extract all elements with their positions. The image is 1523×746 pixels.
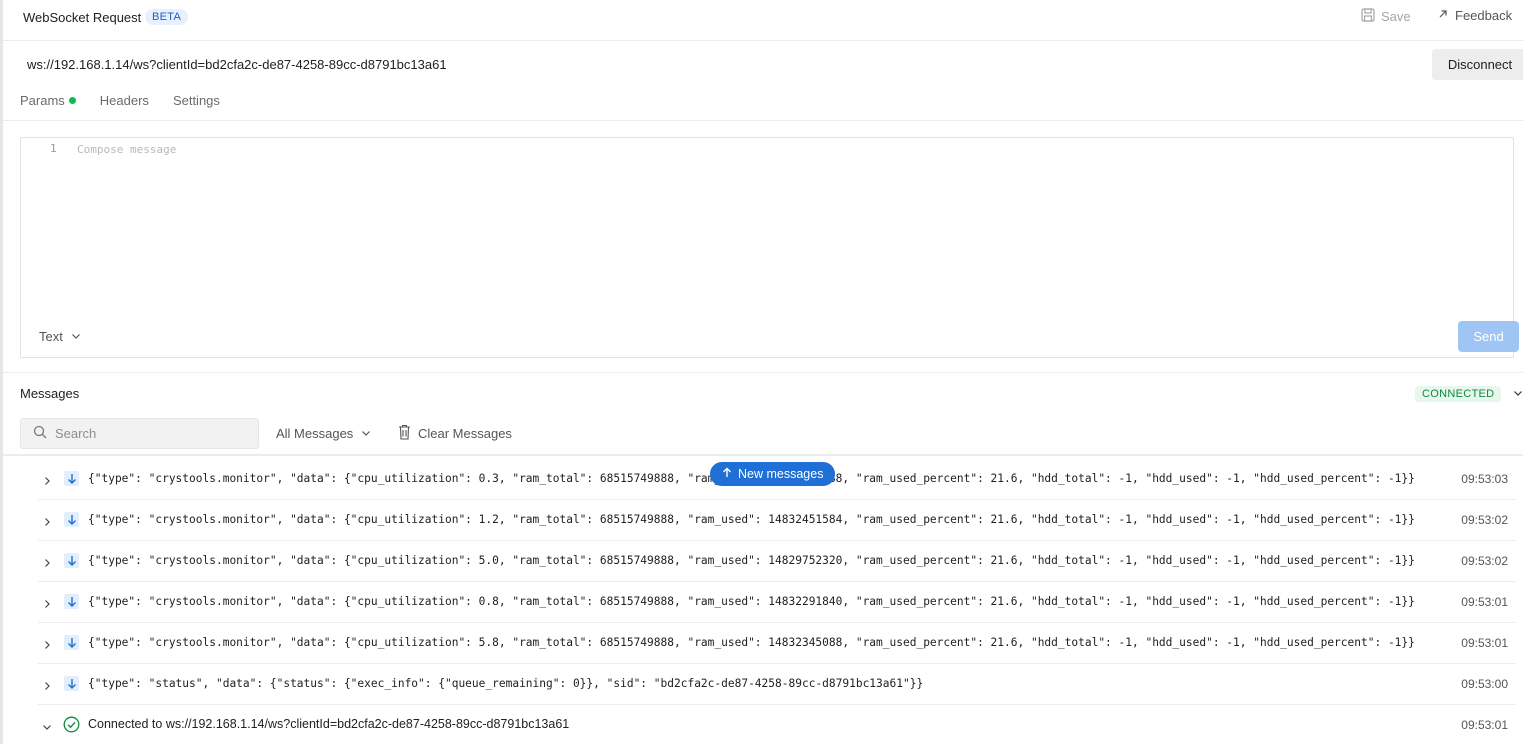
new-messages-button[interactable]: New messages bbox=[710, 462, 836, 486]
request-title: WebSocket Request bbox=[23, 10, 142, 25]
message-timestamp: 09:53:00 bbox=[1461, 677, 1508, 691]
clear-messages-label: Clear Messages bbox=[418, 426, 512, 441]
disconnect-button[interactable]: Disconnect bbox=[1432, 49, 1523, 80]
tab-headers[interactable]: Headers bbox=[100, 93, 149, 108]
message-timestamp: 09:53:01 bbox=[1461, 718, 1508, 732]
message-timestamp: 09:53:01 bbox=[1461, 636, 1508, 650]
tab-params[interactable]: Params bbox=[20, 93, 76, 108]
message-text: {"type": "crystools.monitor", "data": {"… bbox=[88, 595, 1415, 608]
send-button[interactable]: Send bbox=[1458, 321, 1519, 352]
compose-message-input[interactable]: Compose message bbox=[77, 143, 176, 156]
filter-label: All Messages bbox=[276, 426, 354, 441]
save-icon bbox=[1361, 8, 1375, 25]
message-row[interactable]: {"type": "status", "data": {"status": {"… bbox=[38, 664, 1516, 705]
save-button[interactable]: Save bbox=[1361, 8, 1411, 25]
tab-label: Params bbox=[20, 93, 65, 108]
feedback-button[interactable]: Feedback bbox=[1437, 8, 1512, 23]
chevron-right-icon[interactable] bbox=[42, 638, 52, 653]
message-row[interactable]: {"type": "crystools.monitor", "data": {"… bbox=[38, 623, 1516, 664]
tab-label: Settings bbox=[172, 93, 220, 108]
tab-label: Headers bbox=[99, 93, 149, 108]
arrow-up-right-icon bbox=[1437, 8, 1449, 23]
url-input[interactable]: ws://192.168.1.14/ws?clientId=bd2cfa2c-d… bbox=[27, 57, 447, 72]
chevron-down-icon bbox=[71, 329, 81, 344]
message-row[interactable]: {"type": "crystools.monitor", "data": {"… bbox=[38, 500, 1516, 541]
line-number: 1 bbox=[50, 142, 57, 155]
arrow-up-icon bbox=[722, 467, 732, 481]
message-timestamp: 09:53:02 bbox=[1461, 554, 1508, 568]
divider bbox=[3, 454, 1523, 456]
message-timestamp: 09:53:01 bbox=[1461, 595, 1508, 609]
trash-icon bbox=[398, 424, 411, 443]
save-label: Save bbox=[1381, 9, 1411, 24]
connection-event-text: Connected to ws://192.168.1.14/ws?client… bbox=[88, 717, 570, 731]
divider bbox=[3, 372, 1523, 373]
request-tabs: Params Headers Settings bbox=[20, 93, 220, 108]
message-text: {"type": "crystools.monitor", "data": {"… bbox=[88, 636, 1415, 649]
chevron-right-icon[interactable] bbox=[42, 474, 52, 489]
message-text: {"type": "status", "data": {"status": {"… bbox=[88, 677, 924, 690]
message-row[interactable]: {"type": "crystools.monitor", "data": {"… bbox=[38, 582, 1516, 623]
check-circle-icon bbox=[63, 716, 80, 736]
message-filter-select[interactable]: All Messages bbox=[276, 426, 371, 441]
incoming-arrow-icon bbox=[64, 553, 79, 568]
incoming-arrow-icon bbox=[64, 635, 79, 650]
chevron-down-icon bbox=[361, 426, 371, 441]
message-timestamp: 09:53:02 bbox=[1461, 513, 1508, 527]
incoming-arrow-icon bbox=[64, 594, 79, 609]
message-timestamp: 09:53:03 bbox=[1461, 472, 1508, 486]
clear-messages-button[interactable]: Clear Messages bbox=[398, 424, 512, 443]
chevron-right-icon[interactable] bbox=[42, 597, 52, 612]
message-composer[interactable]: 1 Compose message Text bbox=[20, 137, 1514, 358]
beta-badge: BETA bbox=[145, 9, 189, 25]
message-row[interactable]: {"type": "crystools.monitor", "data": {"… bbox=[38, 541, 1516, 582]
message-type-label: Text bbox=[39, 329, 63, 344]
connection-event-row[interactable]: Connected to ws://192.168.1.14/ws?client… bbox=[38, 705, 1516, 746]
message-search-input[interactable]: Search bbox=[20, 418, 259, 449]
message-type-select[interactable]: Text bbox=[39, 329, 81, 344]
connection-status-badge: CONNECTED bbox=[1415, 386, 1502, 402]
incoming-arrow-icon bbox=[64, 676, 79, 691]
feedback-label: Feedback bbox=[1455, 8, 1513, 23]
chevron-down-icon[interactable] bbox=[42, 720, 52, 735]
request-header: WebSocket Request BETA Save Feedback bbox=[3, 0, 1523, 41]
chevron-right-icon[interactable] bbox=[42, 679, 52, 694]
incoming-arrow-icon bbox=[64, 471, 79, 486]
messages-title: Messages bbox=[20, 386, 80, 401]
tab-settings[interactable]: Settings bbox=[173, 93, 220, 108]
chevron-right-icon[interactable] bbox=[42, 515, 52, 530]
chevron-right-icon[interactable] bbox=[42, 556, 52, 571]
message-text: {"type": "crystools.monitor", "data": {"… bbox=[88, 513, 1415, 526]
incoming-arrow-icon bbox=[64, 512, 79, 527]
chevron-down-icon[interactable] bbox=[1513, 386, 1523, 401]
message-text: {"type": "crystools.monitor", "data": {"… bbox=[88, 554, 1415, 567]
divider bbox=[3, 120, 1523, 121]
params-active-dot bbox=[68, 97, 76, 104]
search-icon bbox=[33, 425, 47, 442]
search-placeholder: Search bbox=[55, 426, 97, 441]
new-messages-label: New messages bbox=[738, 467, 824, 481]
